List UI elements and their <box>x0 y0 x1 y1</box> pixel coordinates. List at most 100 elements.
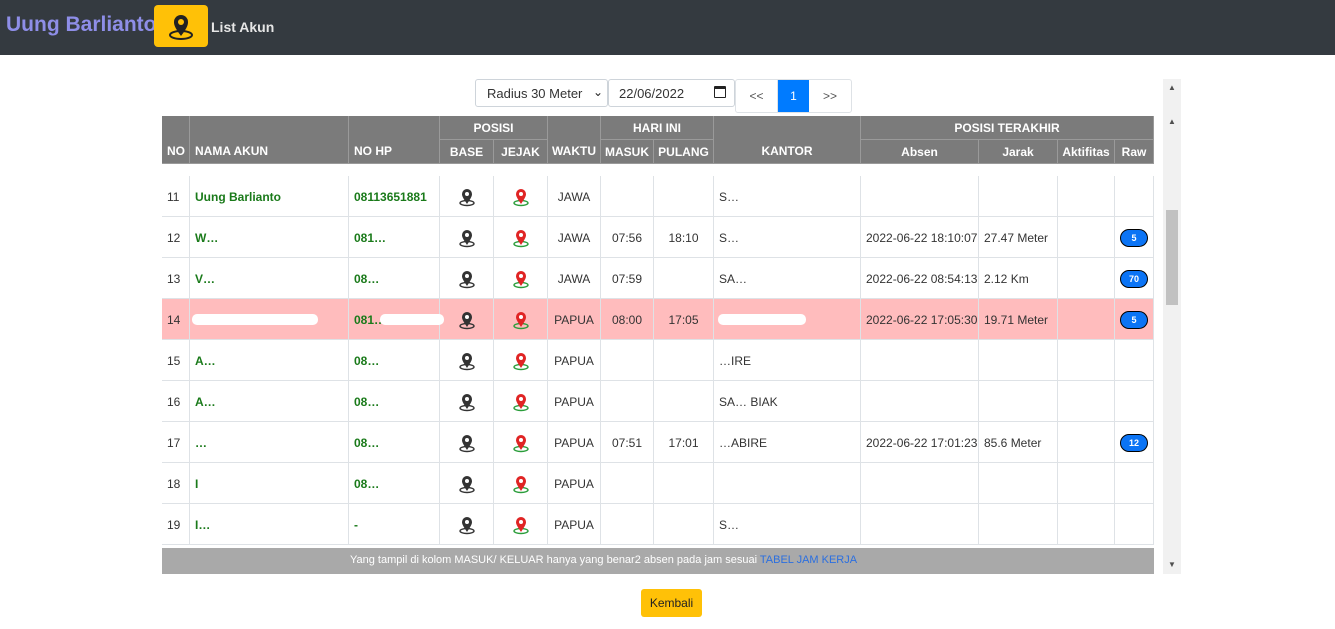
calendar-icon[interactable] <box>714 86 726 98</box>
scroll-up-icon[interactable]: ▲ <box>1168 117 1176 126</box>
cell-kantor: SA… BIAK <box>714 381 861 422</box>
base-location-icon <box>458 270 475 288</box>
table-row[interactable]: 13 V… 08… JAWA 07:59 SA… 2022-06-22 08:54:13 2.… <box>162 258 1154 299</box>
scrollbar[interactable]: ▲ ▲ ▼ <box>1163 79 1181 574</box>
cell-nama-text: I <box>195 476 199 491</box>
table-row[interactable]: 16 A… 08… PAPUA SA… BIAK <box>162 381 1154 422</box>
cell-no: 19 <box>162 504 190 545</box>
cell-base[interactable] <box>440 217 494 258</box>
cell-jarak-text: 19.71 Meter <box>984 312 1049 327</box>
cell-kantor: S… <box>714 217 861 258</box>
redaction-mark <box>192 314 318 325</box>
jejak-track-icon <box>512 516 529 534</box>
header-raw: Raw <box>1115 140 1154 164</box>
cell-pulang-text: 17:05 <box>668 312 699 327</box>
table-row[interactable]: 18 I 08… PAPUA <box>162 463 1154 504</box>
cell-aktifitas <box>1058 463 1115 504</box>
chevron-down-icon: ⌄ <box>592 85 603 99</box>
cell-pulang: 17:01 <box>654 422 714 463</box>
cell-hp: 08… <box>349 258 440 299</box>
cell-nama: V… <box>190 258 349 299</box>
table-row[interactable]: 11 Uung Barlianto 08113651881 JAWA S… <box>162 176 1154 217</box>
cell-base[interactable] <box>440 340 494 381</box>
cell-raw <box>1115 463 1154 504</box>
raw-count-badge[interactable]: 5 <box>1120 310 1148 329</box>
cell-jejak[interactable] <box>494 422 548 463</box>
cell-base[interactable] <box>440 504 494 545</box>
pagination-next[interactable]: >> <box>809 80 851 112</box>
cell-waktu-text: JAWA <box>557 189 591 204</box>
table-row[interactable]: 15 A… 08… PAPUA …IRE <box>162 340 1154 381</box>
account-table: NO NAMA AKUN NO HP POSISI BASE JEJAK WAK… <box>162 116 1154 574</box>
cell-base[interactable] <box>440 422 494 463</box>
cell-nama-text: … <box>195 435 207 450</box>
scrollbar-thumb[interactable] <box>1166 210 1178 305</box>
cell-waktu: PAPUA <box>548 504 601 545</box>
cell-base[interactable] <box>440 381 494 422</box>
cell-nama: Uung Barlianto <box>190 176 349 217</box>
cell-hp-text: 08… <box>354 271 380 286</box>
cell-jejak[interactable] <box>494 217 548 258</box>
cell-hp: 08… <box>349 463 440 504</box>
pagination: << 1 >> <box>735 79 852 113</box>
header-base: BASE <box>440 140 494 164</box>
cell-waktu: PAPUA <box>548 381 601 422</box>
table-row[interactable]: 17 … 08… PAPUA 07:51 17:01 …ABIRE 2022-06-22 17… <box>162 422 1154 463</box>
base-location-icon <box>458 475 475 493</box>
cell-base[interactable] <box>440 176 494 217</box>
cell-hp: 08… <box>349 381 440 422</box>
cell-masuk <box>601 381 654 422</box>
cell-jejak[interactable] <box>494 176 548 217</box>
cell-jejak[interactable] <box>494 258 548 299</box>
redaction-mark <box>718 314 806 325</box>
radius-select[interactable]: Radius 30 Meter ⌄ <box>475 79 608 107</box>
cell-base[interactable] <box>440 463 494 504</box>
cell-no-text: 12 <box>167 230 181 245</box>
cell-raw: 12 <box>1115 422 1154 463</box>
cell-kantor-text: …IRE <box>719 353 752 368</box>
header-no: NO <box>162 116 190 164</box>
raw-count-badge[interactable]: 70 <box>1120 269 1148 288</box>
cell-base[interactable] <box>440 258 494 299</box>
cell-nama: I… <box>190 504 349 545</box>
cell-hp: 08… <box>349 340 440 381</box>
jejak-track-icon <box>512 393 529 411</box>
raw-count-badge[interactable]: 12 <box>1120 433 1148 452</box>
cell-hp: 08… <box>349 422 440 463</box>
map-pin-logo-button[interactable] <box>154 5 208 47</box>
cell-aktifitas <box>1058 422 1115 463</box>
cell-jejak[interactable] <box>494 299 548 340</box>
cell-base[interactable] <box>440 299 494 340</box>
cell-jejak[interactable] <box>494 381 548 422</box>
cell-jejak[interactable] <box>494 340 548 381</box>
scroll-down-icon[interactable]: ▼ <box>1168 560 1176 569</box>
cell-hp-text: 08… <box>354 435 380 450</box>
table-row[interactable]: 14A…081…PAPUA08:0017:052022-06-22 17:05:… <box>162 299 1154 340</box>
raw-count-badge[interactable]: 5 <box>1120 228 1148 247</box>
cell-masuk: 08:00 <box>601 299 654 340</box>
header-absen: Absen <box>861 140 979 164</box>
pagination-page-current[interactable]: 1 <box>778 80 809 112</box>
tabel-jam-kerja-link[interactable]: TABEL JAM KERJA <box>760 554 857 566</box>
base-location-icon <box>458 229 475 247</box>
cell-jejak[interactable] <box>494 463 548 504</box>
pagination-prev[interactable]: << <box>736 80 778 112</box>
scroll-up-icon[interactable]: ▲ <box>1168 83 1176 92</box>
cell-waktu-text: PAPUA <box>554 312 594 327</box>
cell-masuk: 07:51 <box>601 422 654 463</box>
cell-no: 17 <box>162 422 190 463</box>
back-button[interactable]: Kembali <box>641 589 702 617</box>
table-row[interactable]: 19 I… - PAPUA S… <box>162 504 1154 545</box>
date-input[interactable]: 22/06/2022 <box>608 79 735 107</box>
cell-waktu: PAPUA <box>548 299 601 340</box>
nav-link-list-akun[interactable]: List Akun <box>211 19 274 35</box>
cell-absen: 2022-06-22 17:01:23 <box>861 422 979 463</box>
cell-no-text: 15 <box>167 353 181 368</box>
base-location-icon <box>458 352 475 370</box>
cell-jejak[interactable] <box>494 504 548 545</box>
cell-kantor <box>714 463 861 504</box>
table-row[interactable]: 12 W… 081… JAWA 07:56 18:10 S… 2022-06-22 18:10… <box>162 217 1154 258</box>
brand-title[interactable]: Uung Barlianto <box>6 13 157 37</box>
cell-hp-text: - <box>354 517 358 532</box>
jejak-track-icon <box>512 188 529 206</box>
